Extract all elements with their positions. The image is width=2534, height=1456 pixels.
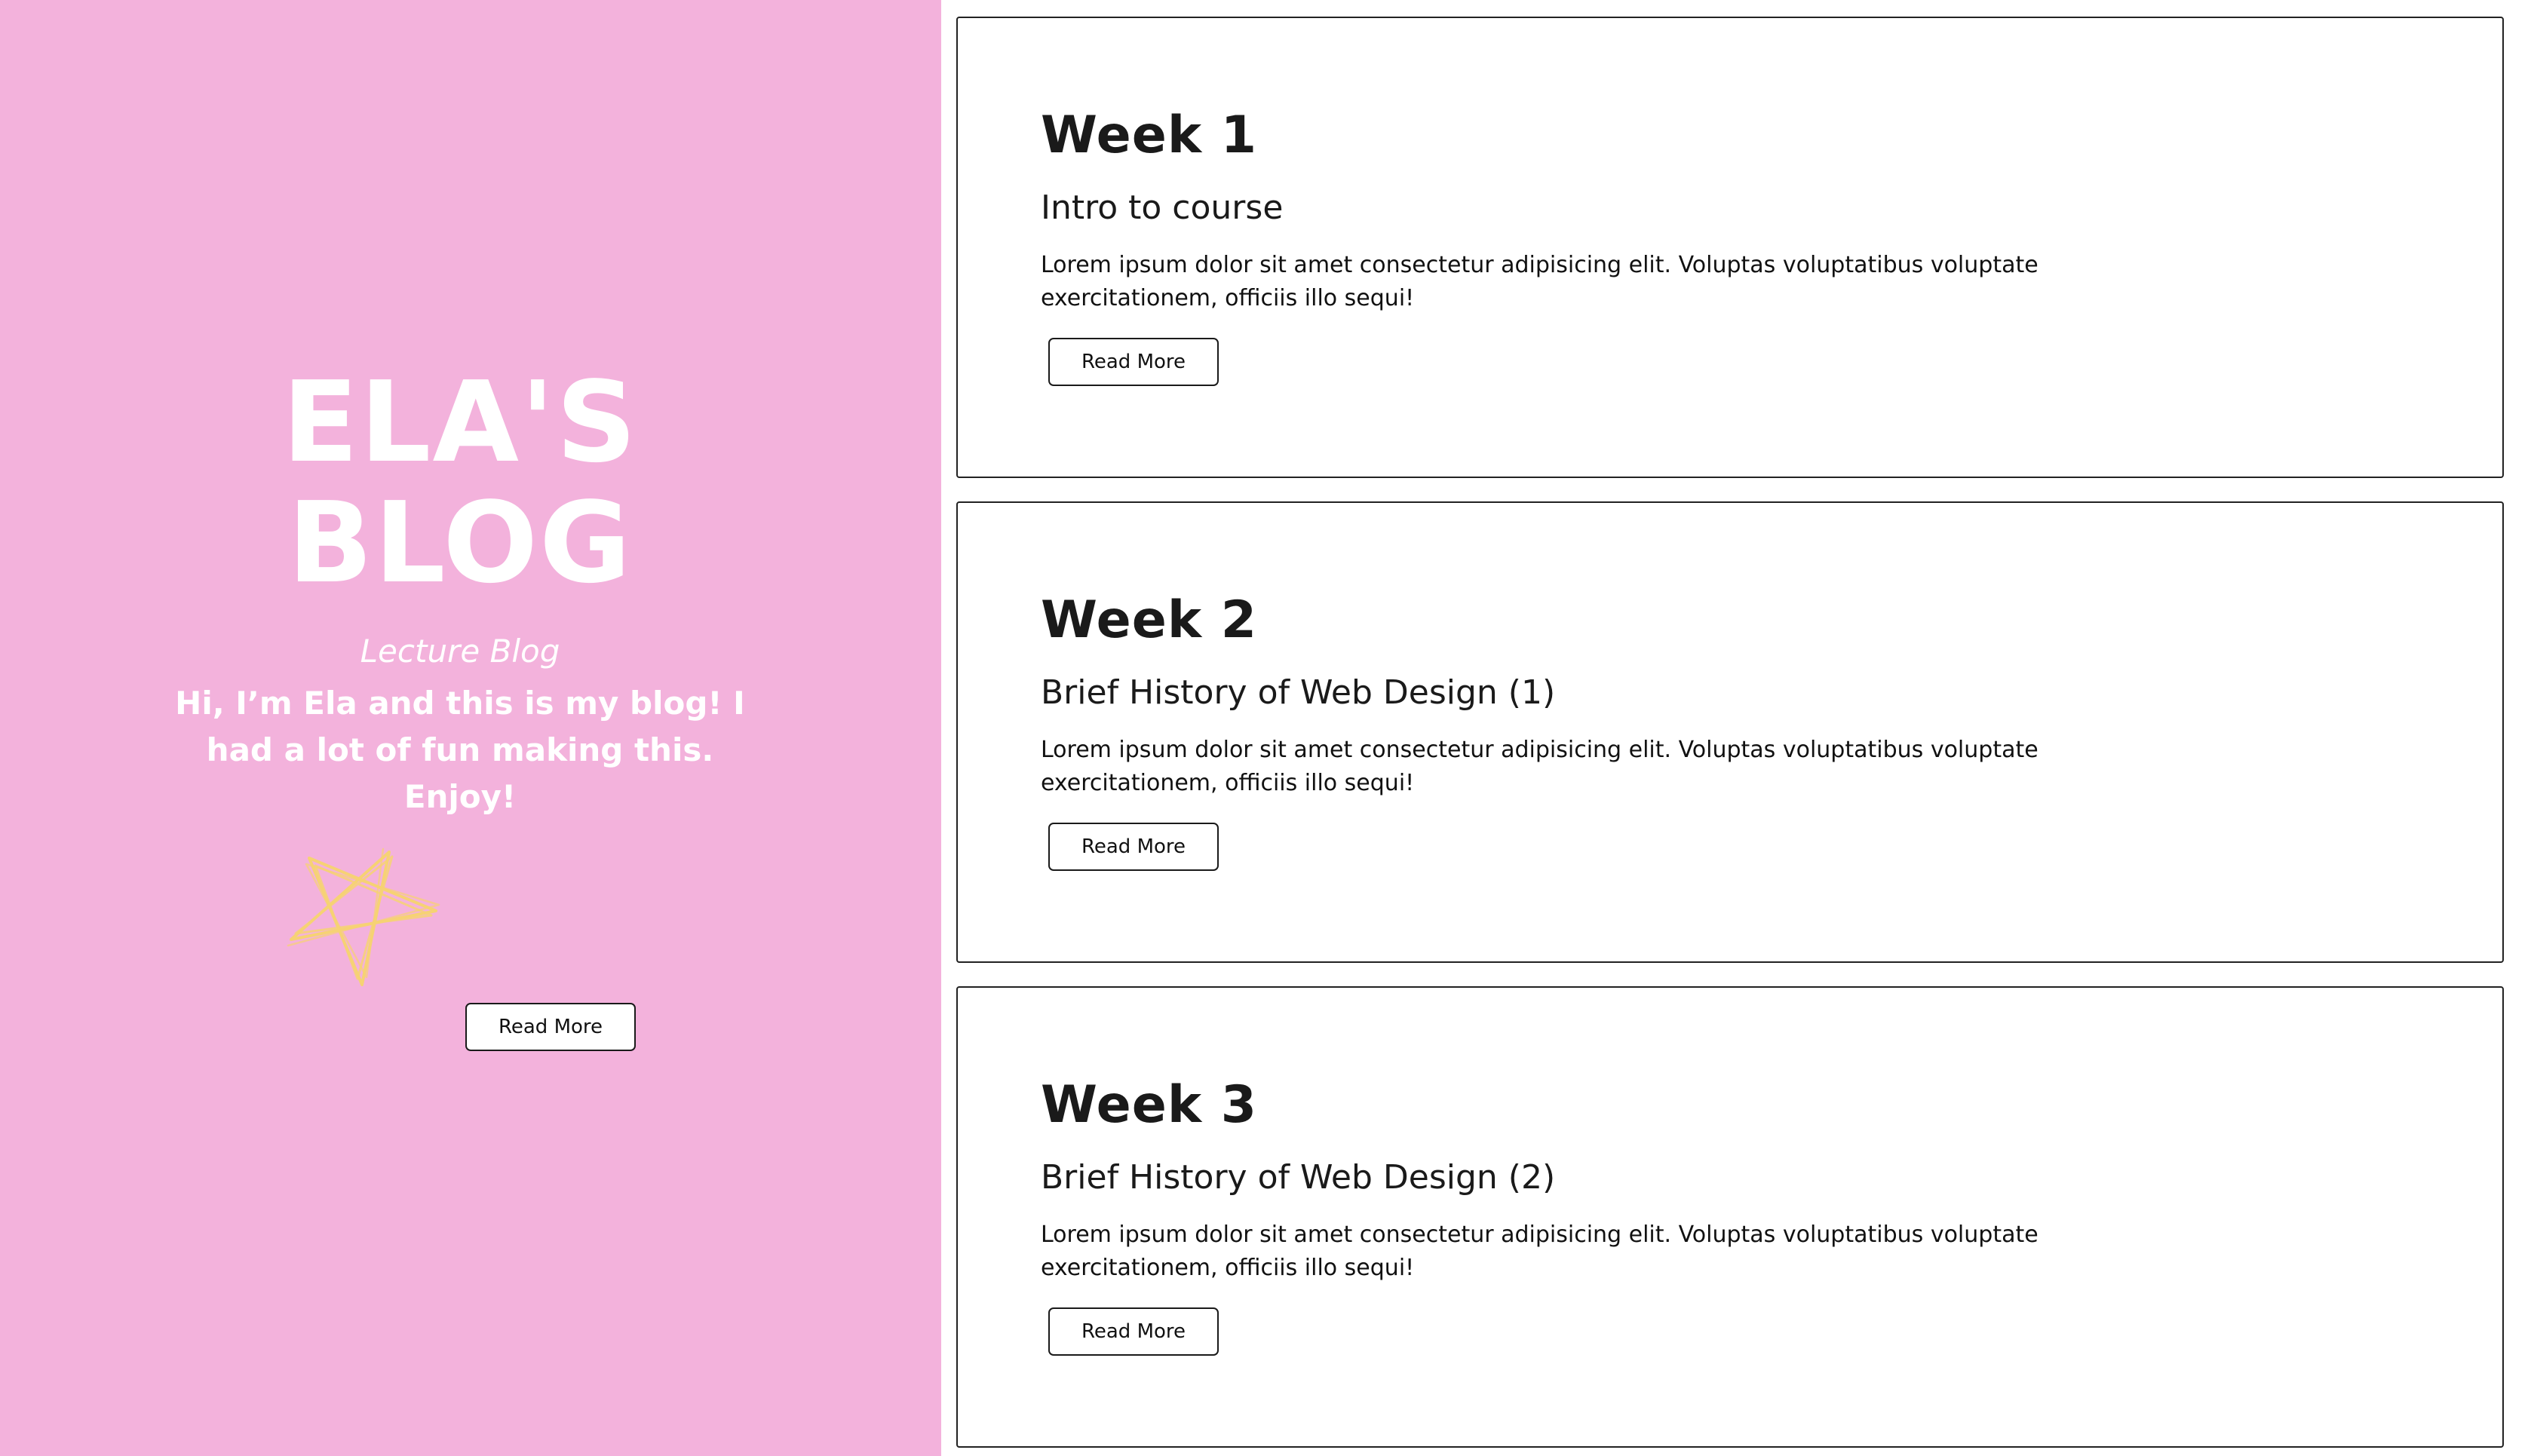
- post-title: Brief History of Web Design (2): [1041, 1158, 1556, 1197]
- read-more-button-week-1[interactable]: Read More: [1048, 338, 1219, 386]
- blog-title-line-1: ELA'S: [282, 357, 638, 487]
- post-excerpt: Lorem ipsum dolor sit amet consectetur a…: [1041, 1222, 2039, 1281]
- post-card-week-3: Week 3 Brief History of Web Design (2) L…: [956, 986, 2504, 1448]
- blog-intro: Hi, I’m Ela and this is my blog! I had a…: [175, 685, 745, 815]
- post-card-week-1: Week 1 Intro to course Lorem ipsum dolor…: [956, 17, 2504, 478]
- post-week-heading: Week 1: [1041, 106, 1258, 165]
- post-week-heading: Week 2: [1041, 590, 1258, 650]
- hero-read-more-button[interactable]: Read More: [465, 1003, 636, 1051]
- post-title: Intro to course: [1041, 189, 1284, 227]
- star-icon: [287, 848, 440, 986]
- post-week-heading: Week 3: [1041, 1075, 1258, 1135]
- post-excerpt: Lorem ipsum dolor sit amet consectetur a…: [1041, 737, 2039, 796]
- read-more-button-week-3[interactable]: Read More: [1048, 1307, 1219, 1356]
- blog-title: ELA'S BLOG: [0, 362, 920, 603]
- blog-subtitle: Lecture Blog: [360, 633, 560, 670]
- post-card-week-2: Week 2 Brief History of Web Design (1) L…: [956, 501, 2504, 963]
- hero-panel: ELA'S BLOG Lecture Blog Hi, I’m Ela and …: [0, 0, 941, 1456]
- blog-title-line-2: BLOG: [287, 478, 633, 608]
- post-title: Brief History of Web Design (1): [1041, 673, 1556, 712]
- read-more-button-week-2[interactable]: Read More: [1048, 823, 1219, 871]
- post-excerpt: Lorem ipsum dolor sit amet consectetur a…: [1041, 252, 2039, 311]
